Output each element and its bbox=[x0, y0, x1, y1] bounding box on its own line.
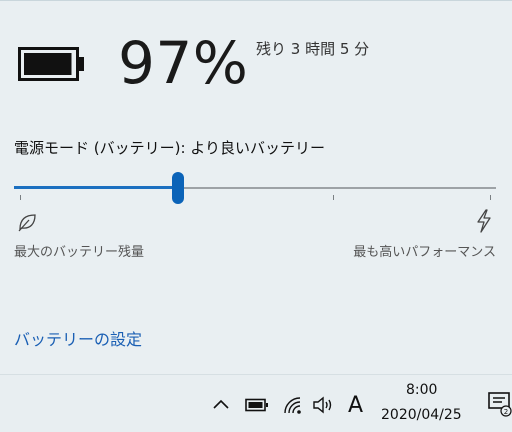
chevron-up-icon[interactable] bbox=[212, 397, 230, 411]
battery-flyout: 97% 残り 3 時間 5 分 電源モード (バッテリー): より良いバッテリー… bbox=[0, 0, 512, 375]
battery-icon[interactable] bbox=[245, 398, 269, 412]
ime-mode-indicator[interactable]: A bbox=[348, 393, 363, 418]
battery-percent: 97% bbox=[118, 29, 249, 97]
notification-icon[interactable]: 2 bbox=[488, 391, 512, 417]
max-battery-label: 最大のバッテリー残量 bbox=[14, 245, 145, 260]
lightning-icon bbox=[477, 209, 491, 233]
slider-tick bbox=[333, 195, 334, 200]
power-mode-label: 電源モード (バッテリー): より良いバッテリー bbox=[14, 139, 325, 157]
slider-track-fill bbox=[14, 186, 178, 189]
clock-date[interactable]: 2020/04/25 bbox=[381, 407, 462, 423]
taskbar: A 8:00 2020/04/25 2 bbox=[0, 374, 512, 432]
best-performance-label: 最も高いパフォーマンス bbox=[353, 245, 496, 260]
clock-time[interactable]: 8:00 bbox=[406, 382, 437, 398]
battery-settings-link[interactable]: バッテリーの設定 bbox=[14, 326, 142, 350]
battery-icon bbox=[18, 47, 84, 81]
speaker-icon[interactable] bbox=[312, 396, 336, 414]
slider-tick bbox=[490, 195, 491, 200]
battery-remaining-time: 残り 3 時間 5 分 bbox=[256, 40, 370, 58]
svg-text:2: 2 bbox=[504, 408, 508, 416]
slider-thumb[interactable] bbox=[172, 172, 184, 204]
wifi-icon[interactable] bbox=[282, 395, 304, 415]
slider-tick bbox=[20, 195, 21, 200]
power-mode-slider[interactable] bbox=[14, 171, 496, 205]
leaf-icon bbox=[18, 214, 36, 232]
battery-level-fill bbox=[24, 53, 72, 75]
